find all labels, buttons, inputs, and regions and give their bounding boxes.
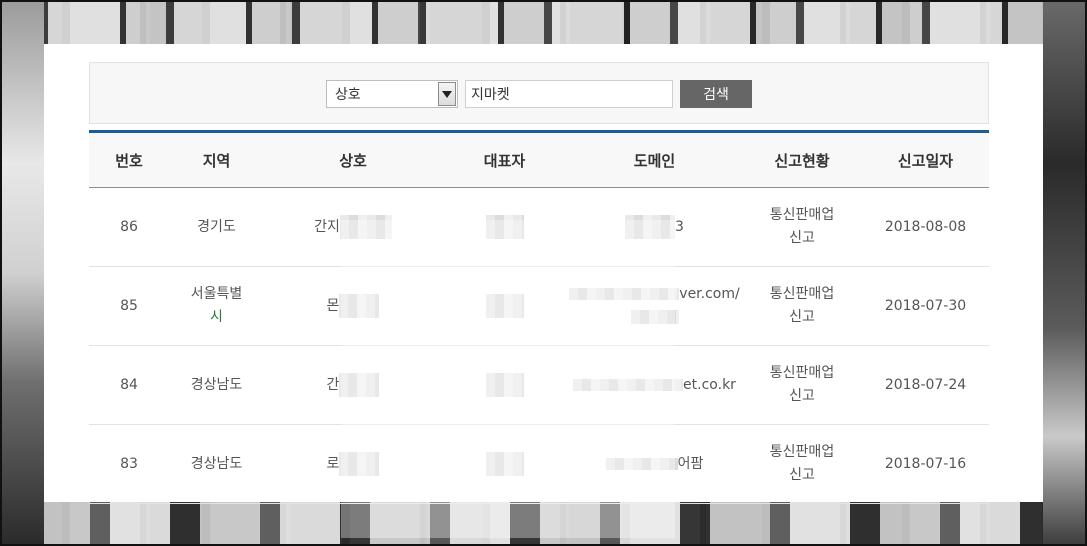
row-domain-suffix: et.co.kr	[683, 376, 736, 393]
row-report-date: 2018-07-30	[884, 297, 967, 314]
row-report-date: 2018-07-16	[884, 455, 967, 472]
row-domain[interactable]: 어팜	[567, 453, 742, 476]
redacted-block	[485, 452, 524, 476]
row-name-prefix: 간지	[314, 219, 340, 235]
row-report-date: 2018-08-08	[884, 218, 967, 235]
redacted-block	[569, 288, 680, 300]
row-status-line2: 신고	[789, 230, 815, 246]
search-bar: 상호 검색	[89, 62, 989, 124]
header-representative: 대표자	[483, 151, 526, 170]
row-report-status: 통신판매업 신고	[742, 283, 862, 329]
table-row[interactable]: 84 경상남도 간 et.co.kr 통신판매업 신고 2018-07-24	[89, 346, 989, 425]
row-business-name[interactable]: 로	[264, 452, 442, 476]
row-report-status: 통신판매업 신고	[742, 204, 862, 250]
row-representative	[442, 452, 567, 476]
row-region-line1: 경기도	[197, 218, 236, 235]
search-type-select[interactable]: 상호	[326, 80, 458, 108]
redacted-block	[625, 215, 676, 239]
table-row[interactable]: 83 경상남도 로 어팜 통신판매업 신고 2018-07-16	[89, 425, 989, 504]
row-status-line1: 통신판매업	[769, 207, 835, 223]
row-number: 83	[120, 455, 138, 472]
row-status-line1: 통신판매업	[769, 444, 835, 460]
header-region: 지역	[202, 151, 231, 170]
row-status-line2: 신고	[789, 467, 815, 483]
table-row[interactable]: 86 경기도 간지 3 통신판매업 신고 2018-08-08	[89, 188, 989, 267]
redacted-block	[573, 378, 684, 391]
redacted-block	[339, 452, 380, 476]
row-status-line2: 신고	[789, 388, 815, 404]
background-left	[0, 0, 44, 546]
row-report-date: 2018-07-24	[884, 376, 967, 393]
row-region-line1: 경상남도	[190, 376, 243, 393]
row-status-line1: 통신판매업	[769, 365, 835, 381]
row-number: 86	[120, 218, 138, 235]
row-business-name[interactable]: 간지	[264, 215, 442, 239]
row-domain[interactable]: 3	[567, 215, 742, 239]
row-region: 경기도	[169, 216, 264, 239]
row-representative	[442, 294, 567, 318]
row-region-line2: 시	[210, 309, 223, 325]
row-region-line1: 경상남도	[190, 455, 243, 472]
row-domain-suffix: ver.com/	[679, 286, 740, 302]
redacted-block	[339, 373, 380, 397]
row-domain-suffix: 어팜	[677, 455, 704, 472]
row-representative	[442, 373, 567, 397]
row-representative	[442, 215, 567, 239]
redacted-block	[339, 215, 392, 239]
background-right	[1043, 0, 1087, 546]
row-status-line2: 신고	[789, 309, 815, 325]
row-region: 경상남도	[169, 453, 264, 476]
redacted-block	[485, 294, 524, 318]
row-name-prefix: 로	[326, 456, 340, 472]
row-domain[interactable]: et.co.kr	[567, 374, 742, 397]
row-number: 85	[120, 297, 138, 314]
table-header: 번호 지역 상호 대표자 도메인 신고현황 신고일자	[89, 133, 989, 188]
header-domain: 도메인	[633, 151, 676, 170]
redacted-block	[485, 215, 524, 239]
header-report-date: 신고일자	[897, 151, 954, 170]
row-business-name[interactable]: 몬	[264, 294, 442, 318]
search-button[interactable]: 검색	[680, 80, 752, 108]
results-table: 번호 지역 상호 대표자 도메인 신고현황 신고일자 86 경기도 간지 3 통…	[89, 130, 989, 504]
row-region: 경상남도	[169, 374, 264, 397]
content-panel: 상호 검색 번호 지역 상호 대표자 도메인 신고현황 신고일자 86 경기도 …	[44, 44, 1043, 538]
row-domain[interactable]: ver.com/	[567, 283, 742, 329]
search-type-label: 상호	[335, 87, 361, 103]
row-region-line1: 서울특별	[190, 286, 243, 302]
table-row[interactable]: 85 서울특별 시 몬 ver.com/ 통신판매업 신고 2018-07-30	[89, 267, 989, 346]
header-business-name: 상호	[339, 151, 367, 170]
search-input[interactable]	[465, 80, 673, 108]
redacted-block	[605, 457, 678, 470]
row-report-status: 통신판매업 신고	[742, 441, 862, 487]
row-status-line1: 통신판매업	[769, 286, 835, 302]
header-number: 번호	[115, 151, 143, 170]
row-region: 서울특별 시	[169, 283, 264, 329]
row-number: 84	[120, 376, 138, 393]
chevron-down-icon[interactable]	[438, 82, 456, 106]
row-name-prefix: 몬	[326, 298, 340, 314]
row-domain-suffix: 3	[675, 219, 684, 235]
row-business-name[interactable]: 간	[264, 373, 442, 397]
redacted-block	[485, 373, 524, 397]
row-report-status: 통신판매업 신고	[742, 362, 862, 408]
row-name-prefix: 간	[326, 377, 340, 393]
redacted-block	[630, 310, 679, 324]
redacted-block	[339, 294, 380, 318]
header-report-status: 신고현황	[774, 151, 830, 170]
